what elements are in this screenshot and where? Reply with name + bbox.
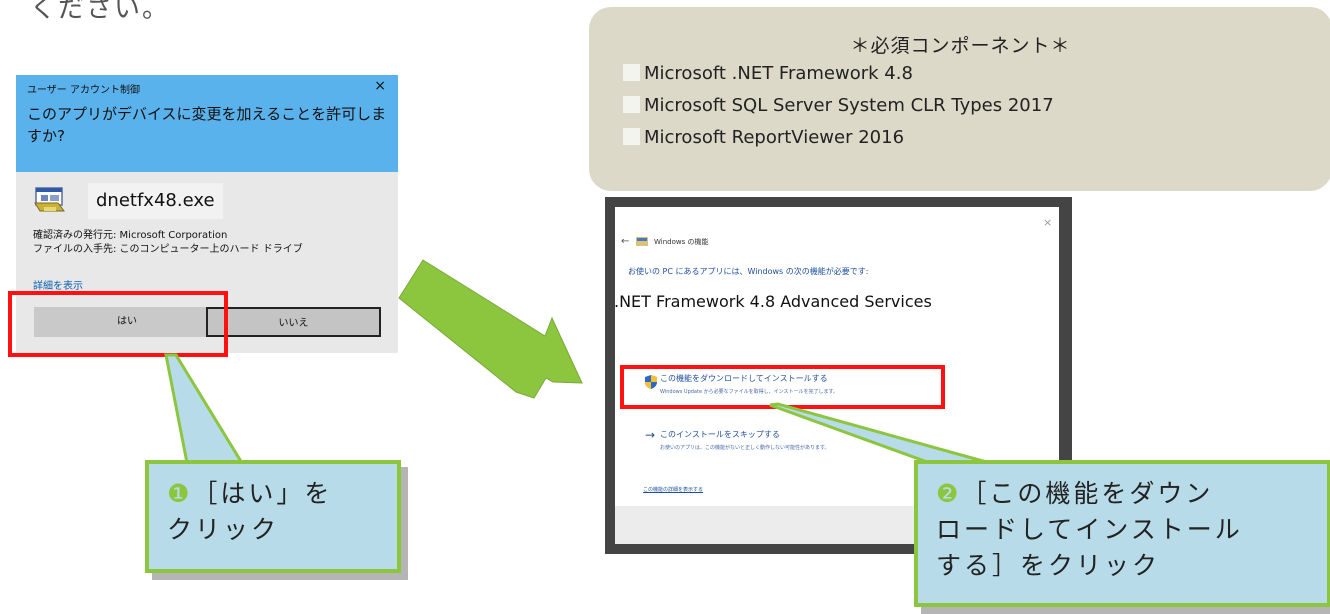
callout-line: する］をクリック bbox=[936, 551, 1161, 580]
callout-line: ❶［はい」を bbox=[167, 476, 397, 512]
callout-line: ロードしてインストール bbox=[936, 515, 1243, 544]
step2-callout: ❷［この機能をダウン ロードしてインストール する］をクリック bbox=[914, 460, 1330, 607]
callout-text: ［この機能をダウン bbox=[961, 479, 1214, 508]
step-number-1: ❶ bbox=[167, 479, 193, 508]
step1-callout: ❶［はい」を クリック bbox=[145, 460, 401, 573]
callout1-pointer bbox=[164, 353, 248, 470]
callout-text: ［はい」を bbox=[192, 479, 333, 508]
step-number-2: ❷ bbox=[936, 479, 962, 508]
step-arrow-icon bbox=[398, 259, 583, 399]
callout2-pointer bbox=[769, 402, 991, 465]
callout-line: クリック bbox=[167, 515, 280, 544]
callout-line: ❷［この機能をダウン bbox=[936, 476, 1327, 512]
